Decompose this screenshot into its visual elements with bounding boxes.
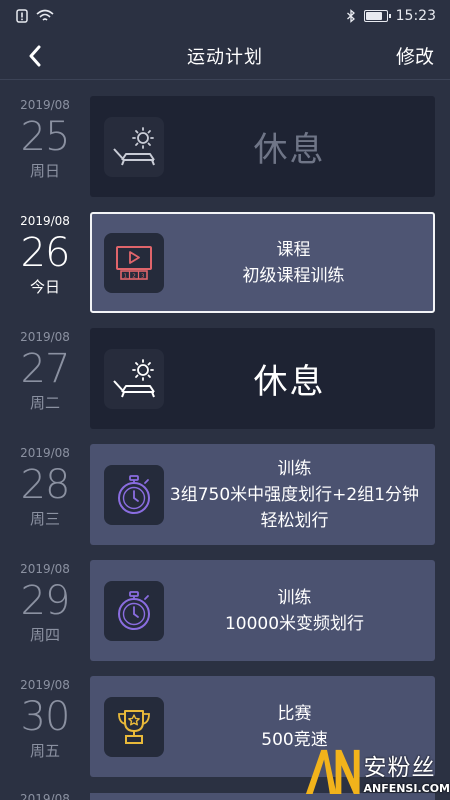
plan-card-training[interactable]: 训练 3组750米中强度划行+2组1分钟轻松划行 — [90, 444, 435, 545]
date-day: 27 — [20, 346, 71, 392]
plan-title: 比赛 — [277, 703, 312, 724]
date-weekday: 周日 — [29, 162, 60, 180]
video-course-icon: 1 2 3 — [116, 245, 152, 280]
date-weekday: 周四 — [29, 626, 60, 644]
date-weekday: 周五 — [29, 742, 60, 760]
stopwatch-icon — [118, 590, 150, 630]
icon-box — [104, 696, 164, 757]
lounge-chair-sun-icon — [113, 126, 155, 165]
date-column: 2019/08 29 周四 — [0, 560, 90, 676]
day-row: 2019/08 26 今日 1 2 3 课程 初级课程训练 — [0, 212, 450, 328]
page-title: 运动计划 — [187, 46, 263, 68]
svg-text:3: 3 — [141, 273, 145, 279]
back-button[interactable] — [22, 43, 48, 69]
plan-card-course[interactable]: 1 2 3 课程 初级课程训练 — [90, 212, 435, 313]
lounge-chair-sun-icon — [113, 358, 155, 397]
date-weekday: 今日 — [29, 278, 60, 296]
status-left — [16, 9, 54, 23]
plan-card-rest[interactable]: 休息 — [90, 96, 435, 197]
plan-detail: 初级课程训练 — [242, 265, 345, 286]
trophy-icon — [118, 709, 150, 744]
date-day: 28 — [20, 462, 71, 508]
stopwatch-icon — [118, 474, 150, 514]
nav-bar: 运动计划 修改 — [0, 32, 450, 80]
status-time: 15:23 — [395, 8, 436, 24]
icon-box — [104, 580, 164, 641]
plan-title: 休息 — [253, 362, 326, 402]
date-column: 2019/08 25 周日 — [0, 96, 90, 212]
date-year-month: 2019/08 — [20, 98, 70, 112]
plan-title: 训练 — [277, 587, 312, 608]
day-row: 2019/08 27 周二 休息 — [0, 328, 450, 444]
wifi-icon — [36, 9, 54, 21]
watermark-cn: 安粉丝 — [363, 754, 436, 781]
watermark: 安粉丝 ANFENSI.COM — [304, 742, 450, 800]
chevron-left-icon — [29, 45, 41, 66]
date-day: 25 — [20, 114, 71, 160]
battery-icon — [363, 10, 391, 22]
notification-icon — [16, 9, 28, 23]
icon-box — [104, 116, 164, 177]
plan-list: 2019/08 25 周日 休息 2019/08 26 今日 1 2 3 课程 … — [0, 80, 450, 792]
date-year-month: 2019/08 — [20, 330, 70, 344]
plan-card-rest[interactable]: 休息 — [90, 328, 435, 429]
date-year-month: 2019/08 — [20, 678, 70, 692]
date-column: 2019/08 27 周二 — [0, 328, 90, 444]
plan-title: 课程 — [276, 239, 311, 260]
bluetooth-icon — [346, 9, 355, 23]
watermark-en: ANFENSI.COM — [363, 781, 450, 795]
date-day: 29 — [20, 578, 71, 624]
day-row: 2019/08 29 周四 训练 10000米变频划行 — [0, 560, 450, 676]
edit-button[interactable]: 修改 — [396, 42, 434, 69]
icon-box: 1 2 3 — [104, 232, 164, 293]
date-column: 2019/08 26 今日 — [0, 212, 90, 328]
icon-box — [104, 464, 164, 525]
icon-box — [104, 348, 164, 409]
day-row: 2019/08 28 周三 训练 3组750米中强度划行+2组1分钟轻松划行 — [0, 444, 450, 560]
plan-card-training[interactable]: 训练 10000米变频划行 — [90, 560, 435, 661]
plan-detail: 10000米变频划行 — [224, 613, 365, 634]
day-row: 2019/08 25 周日 休息 — [0, 96, 450, 212]
date-day: 26 — [20, 230, 71, 276]
svg-text:1: 1 — [124, 273, 128, 279]
watermark-text: 安粉丝 ANFENSI.COM — [363, 748, 450, 795]
plan-detail: 3组750米中强度划行+2组1分钟轻松划行 — [169, 484, 420, 531]
plan-text: 训练 10000米变频划行 — [164, 585, 435, 637]
plan-title: 休息 — [253, 130, 326, 170]
date-year-month: 2019/08 — [20, 562, 70, 576]
plan-text: 课程 初级课程训练 — [164, 237, 433, 289]
date-weekday: 周三 — [29, 510, 60, 528]
date-weekday: 周二 — [29, 394, 60, 412]
watermark-logo — [305, 749, 360, 794]
plan-title: 训练 — [277, 458, 312, 479]
svg-text:2: 2 — [132, 273, 136, 279]
plan-text: 训练 3组750米中强度划行+2组1分钟轻松划行 — [164, 456, 435, 534]
status-bar: 15:23 — [0, 0, 450, 32]
date-column: 2019/08 30 周五 — [0, 676, 90, 792]
date-column: 2019/08 28 周三 — [0, 444, 90, 560]
date-year-month: 2019/08 — [20, 214, 70, 228]
status-right: 15:23 — [346, 8, 436, 24]
date-year-month: 2019/08 — [20, 446, 70, 460]
date-day: 30 — [20, 694, 71, 740]
date-year-month: 2019/08 — [20, 792, 70, 800]
